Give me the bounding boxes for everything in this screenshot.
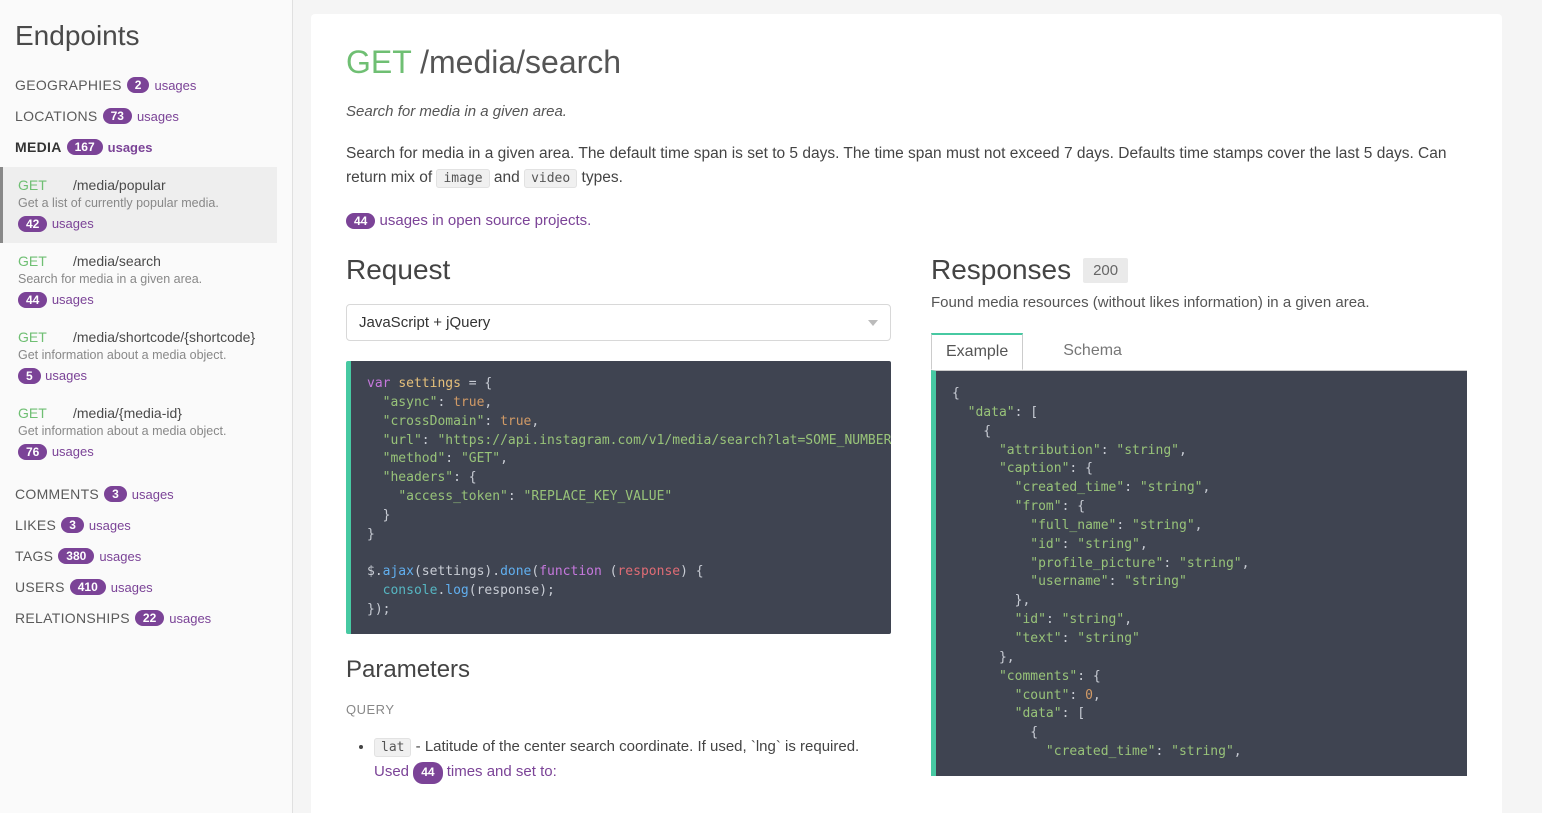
http-method: GET (18, 177, 73, 193)
code-inline: video (524, 169, 577, 188)
usage-badge: 22 (135, 610, 164, 626)
usage-badge: 380 (58, 548, 94, 564)
tab-schema[interactable]: Schema (1048, 333, 1137, 370)
http-method: GET (18, 405, 73, 421)
responses-heading: Responses (931, 254, 1071, 286)
request-column: Request JavaScript + jQuery var settings… (346, 254, 891, 784)
usages-text: usages (111, 580, 153, 595)
language-select-value: JavaScript + jQuery (359, 314, 490, 331)
status-badge[interactable]: 200 (1083, 258, 1128, 283)
param-item: lat - Latitude of the center search coor… (374, 735, 891, 785)
usage-badge: 5 (18, 368, 41, 384)
usage-badge: 44 (346, 213, 375, 229)
usages-text: usages (52, 292, 94, 307)
response-json: { "data": [ { "attribution": "string", "… (931, 370, 1467, 776)
code-inline: image (436, 169, 489, 188)
usage-badge: 3 (104, 486, 127, 502)
cat-label: COMMENTS (15, 486, 99, 502)
sidebar-title: Endpoints (15, 20, 277, 52)
responses-column: Responses 200 Found media resources (wit… (931, 254, 1467, 784)
category-users[interactable]: USERS 410 usages (15, 579, 277, 595)
endpoint-media-search[interactable]: GET /media/search Search for media in a … (0, 243, 277, 319)
usages-text: usages (137, 109, 179, 124)
usage-badge: 410 (70, 579, 106, 595)
usages-text: usages (45, 368, 87, 383)
usage-badge: 44 (18, 292, 47, 308)
usages-link[interactable]: 44 usages in open source projects. (346, 212, 1467, 229)
page-title: GET /media/search (346, 44, 1467, 81)
title-method: GET (346, 44, 411, 80)
http-method: GET (18, 329, 73, 345)
category-tags[interactable]: TAGS 380 usages (15, 548, 277, 564)
cat-label: LOCATIONS (15, 108, 98, 124)
usages-text: usages (132, 487, 174, 502)
cat-label: MEDIA (15, 139, 62, 155)
sidebar: Endpoints GEOGRAPHIES 2 usages LOCATIONS… (0, 0, 293, 813)
endpoint-media-id[interactable]: GET /media/{media-id} Get information ab… (0, 395, 277, 471)
usages-text: usages (52, 444, 94, 459)
endpoint-media-popular[interactable]: GET /media/popular Get a list of current… (0, 167, 277, 243)
endpoint-description: Search for media in a given area. The de… (346, 142, 1467, 190)
cat-label: LIKES (15, 517, 56, 533)
category-locations[interactable]: LOCATIONS 73 usages (15, 108, 277, 124)
query-label: QUERY (346, 702, 891, 717)
category-geographies[interactable]: GEOGRAPHIES 2 usages (15, 77, 277, 93)
usages-text: usages (108, 140, 153, 155)
usages-text: usages (169, 611, 211, 626)
category-relationships[interactable]: RELATIONSHIPS 22 usages (15, 610, 277, 626)
usages-text: usages (52, 216, 94, 231)
usage-badge: 167 (67, 139, 103, 155)
usage-badge: 42 (18, 216, 47, 232)
endpoint-desc: Get information about a media object. (18, 348, 267, 362)
chevron-down-icon (868, 320, 878, 326)
param-name: lat (374, 738, 411, 757)
cat-label: USERS (15, 579, 65, 595)
param-list: lat - Latitude of the center search coor… (346, 735, 891, 785)
language-select[interactable]: JavaScript + jQuery (346, 304, 891, 341)
cat-label: GEOGRAPHIES (15, 77, 122, 93)
usage-badge: 2 (127, 77, 150, 93)
usages-text: usages (89, 518, 131, 533)
usage-badge: 76 (18, 444, 47, 460)
usage-badge: 73 (103, 108, 132, 124)
endpoint-desc: Get information about a media object. (18, 424, 267, 438)
usages-text: usages (99, 549, 141, 564)
usages-link-text: usages in open source projects. (380, 212, 592, 229)
title-path: /media/search (420, 44, 621, 80)
endpoint-media-shortcode[interactable]: GET /media/shortcode/{shortcode} Get inf… (0, 319, 277, 395)
response-description: Found media resources (without likes inf… (931, 294, 1467, 311)
parameters-heading: Parameters (346, 656, 891, 684)
request-heading: Request (346, 254, 891, 286)
usage-badge: 3 (61, 517, 84, 533)
main-content: GET /media/search Search for media in a … (311, 14, 1502, 813)
endpoint-path: /media/popular (73, 177, 166, 193)
usages-text: usages (154, 78, 196, 93)
cat-label: RELATIONSHIPS (15, 610, 130, 626)
response-tabs: Example Schema (931, 333, 1467, 371)
cat-label: TAGS (15, 548, 53, 564)
endpoint-path: /media/search (73, 253, 161, 269)
tab-example[interactable]: Example (931, 333, 1023, 370)
category-comments[interactable]: COMMENTS 3 usages (15, 486, 277, 502)
endpoint-path: /media/shortcode/{shortcode} (73, 329, 255, 345)
category-likes[interactable]: LIKES 3 usages (15, 517, 277, 533)
endpoint-summary: Search for media in a given area. (346, 103, 1467, 120)
category-media[interactable]: MEDIA 167 usages GET /media/popular Get … (15, 139, 277, 471)
request-code: var settings = { "async": true, "crossDo… (346, 361, 891, 634)
http-method: GET (18, 253, 73, 269)
endpoint-desc: Get a list of currently popular media. (18, 196, 267, 210)
usage-badge: 44 (413, 762, 442, 784)
endpoint-desc: Search for media in a given area. (18, 272, 267, 286)
endpoint-path: /media/{media-id} (73, 405, 182, 421)
